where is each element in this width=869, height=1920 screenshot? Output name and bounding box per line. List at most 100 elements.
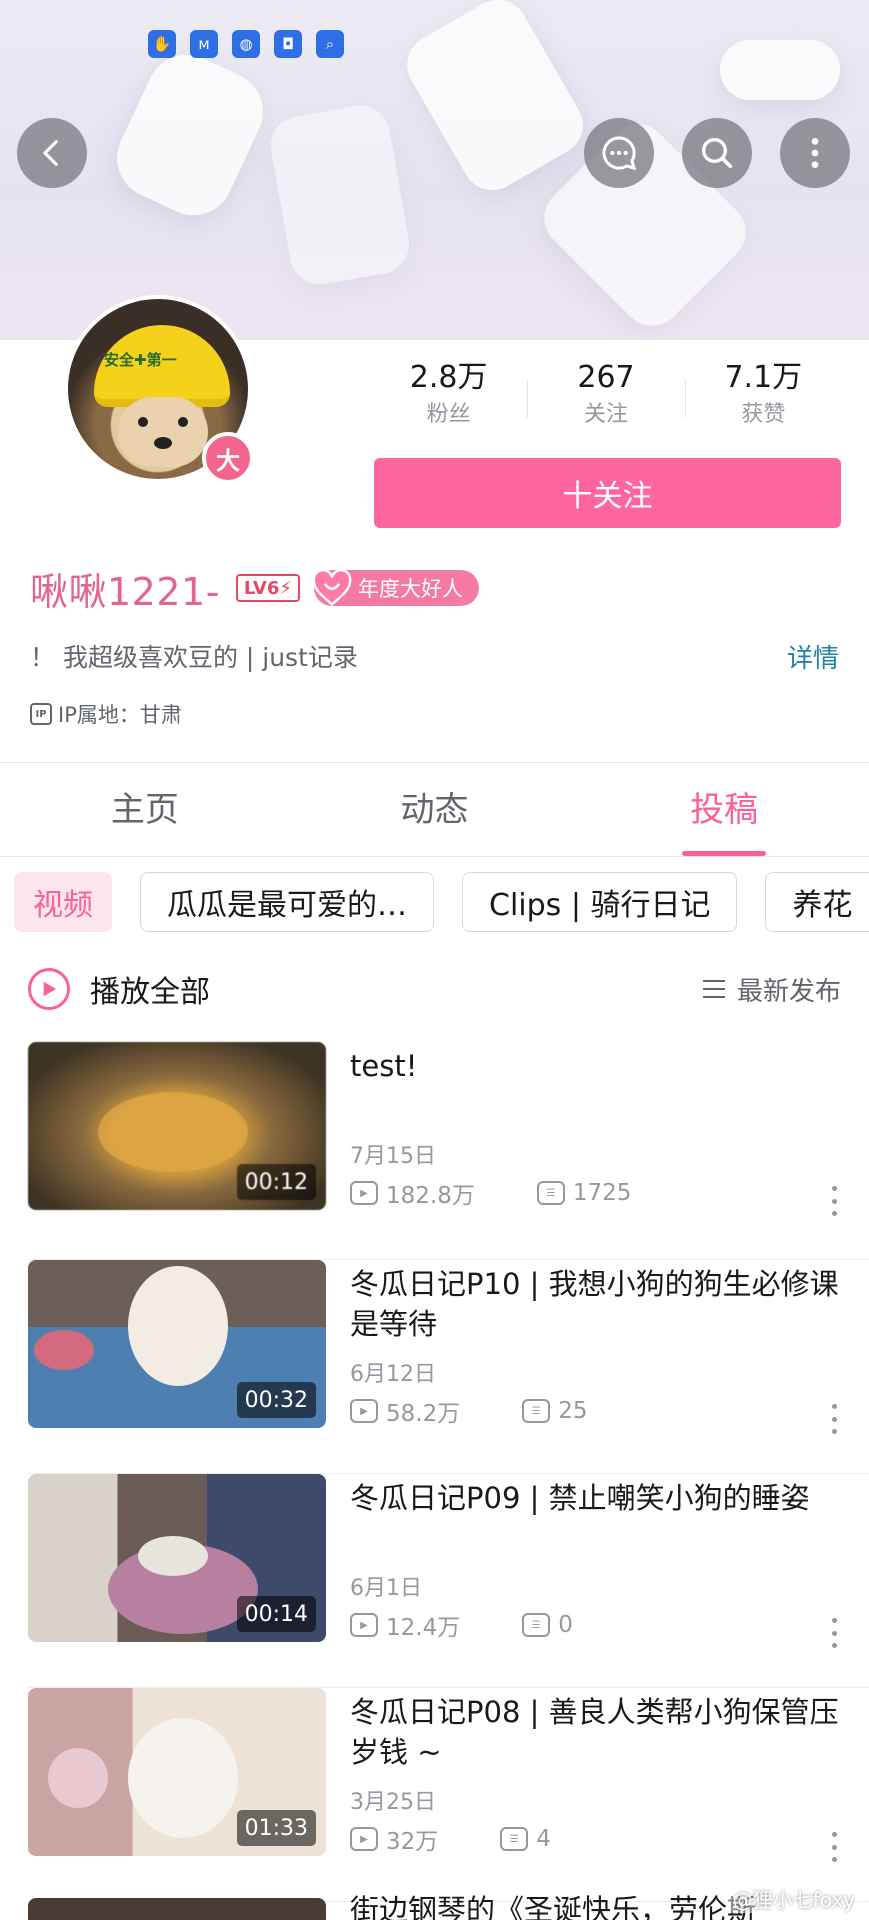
tab-home[interactable]: 主页 — [0, 764, 290, 856]
search-icon: ⌕ — [316, 30, 344, 58]
play-circle-icon — [28, 968, 70, 1010]
video-more-button[interactable] — [831, 1832, 837, 1862]
back-button[interactable] — [17, 118, 87, 188]
annual-badge[interactable]: 年度大好人 — [312, 570, 480, 606]
collection-chips: 视频 瓜瓜是最可爱的… Clips | 骑行日记 养花 — [14, 872, 869, 934]
video-more-button[interactable] — [831, 1618, 837, 1648]
video-thumbnail: 00:32 — [28, 1260, 326, 1428]
video-thumbnail: 01:33 — [28, 1688, 326, 1856]
banner-decoration — [720, 40, 840, 100]
video-duration: 01:33 — [236, 1810, 316, 1846]
chip-collection-flowers[interactable]: 养花 — [765, 872, 869, 932]
ip-location: IP IP属地：甘肃 — [30, 698, 182, 730]
video-duration: 00:12 — [236, 1164, 316, 1200]
watermark: @狸小七foxy — [728, 1884, 859, 1913]
video-duration: 00:14 — [236, 1596, 316, 1632]
video-views: 58.2万 — [386, 1401, 461, 1427]
video-thumbnail — [28, 1898, 326, 1920]
video-title: 街边钢琴的《圣诞快乐，劳伦斯 — [350, 1893, 757, 1920]
stat-likes[interactable]: 7.1万 获赞 — [684, 358, 842, 438]
video-meta: ▶ 12.4万 ☰ 0 — [350, 1610, 573, 1641]
watermark-text: @狸小七foxy — [732, 1888, 855, 1912]
username-row: 啾啾1221- LV6⚡ 年度大好人 — [30, 560, 480, 616]
stat-following[interactable]: 267 关注 — [527, 358, 684, 438]
profile-tabs: 主页 动态 投稿 — [0, 764, 869, 856]
video-views: 182.8万 — [386, 1183, 475, 1209]
list-sort-icon — [702, 980, 725, 998]
gamepad-icon: ◘ — [274, 30, 302, 58]
more-button[interactable] — [780, 118, 850, 188]
avatar-nose — [154, 437, 172, 449]
video-title: 冬瓜日记P08 | 善良人类帮小狗保管压岁钱 ~ — [350, 1695, 839, 1769]
tab-dynamic[interactable]: 动态 — [290, 764, 580, 856]
play-all-button[interactable]: 播放全部 — [28, 964, 210, 1014]
avatar-badge: 大 — [202, 432, 254, 484]
profile-banner: ✋ ᴍ ◍ ◘ ⌕ — [0, 0, 869, 340]
stat-value: 2.8万 — [409, 360, 488, 395]
video-more-button[interactable] — [831, 1186, 837, 1216]
video-thumbnail: 00:12 — [28, 1042, 326, 1210]
play-count-icon: ▶ — [350, 1399, 378, 1423]
back-icon — [43, 140, 58, 166]
thumbnail-art — [128, 1718, 238, 1838]
video-date: 3月25日 — [350, 1790, 436, 1815]
tab-uploads[interactable]: 投稿 — [579, 764, 869, 856]
globe-icon: ◍ — [232, 30, 260, 58]
bio-text: ！ 我超级喜欢豆的 | just记录 — [30, 643, 358, 672]
stat-label: 关注 — [583, 402, 628, 427]
search-button[interactable] — [682, 118, 752, 188]
banner-decoration — [396, 0, 594, 202]
video-duration: 00:32 — [236, 1382, 316, 1418]
stat-label: 获赞 — [741, 402, 786, 427]
video-item[interactable]: 00:12 test! 7月15日 ▶ 182.8万 ☰ 1725 — [0, 1042, 869, 1260]
video-title: 冬瓜日记P09 | 禁止嘲笑小狗的睡姿 — [350, 1481, 810, 1515]
video-meta: ▶ 58.2万 ☰ 25 — [350, 1396, 588, 1427]
annual-badge-label: 年度大好人 — [358, 577, 464, 601]
username: 啾啾1221- — [30, 569, 220, 614]
thumbnail-art — [98, 1092, 248, 1172]
thumbnail-art — [128, 1266, 228, 1386]
thumbnail-art — [48, 1748, 108, 1808]
sort-button[interactable]: 最新发布 — [702, 964, 841, 1014]
sort-label: 最新发布 — [736, 976, 841, 1007]
video-item[interactable]: 01:33 冬瓜日记P08 | 善良人类帮小狗保管压岁钱 ~ 3月25日 ▶ 3… — [0, 1688, 869, 1902]
video-more-button[interactable] — [831, 1404, 837, 1434]
stat-value: 267 — [577, 360, 635, 395]
chip-collection-clips[interactable]: Clips | 骑行日记 — [462, 872, 738, 932]
video-meta: ▶ 182.8万 ☰ 1725 — [350, 1178, 632, 1209]
play-count-icon: ▶ — [350, 1827, 378, 1851]
chip-videos[interactable]: 视频 — [14, 872, 112, 932]
message-button[interactable] — [584, 118, 654, 188]
video-list: 00:12 test! 7月15日 ▶ 182.8万 ☰ 1725 00:32 … — [0, 1042, 869, 1902]
stat-label: 粉丝 — [426, 402, 471, 427]
avatar-eye — [178, 417, 188, 427]
video-comments: 4 — [536, 1826, 551, 1852]
video-thumbnail: 00:14 — [28, 1474, 326, 1642]
status-bar-icons: ✋ ᴍ ◍ ◘ ⌕ — [148, 30, 344, 58]
app-icon-1: ✋ — [148, 30, 176, 58]
avatar-eye — [138, 417, 148, 427]
video-views: 32万 — [386, 1829, 439, 1855]
avatar-helmet-text: 安全✚第一 — [104, 351, 177, 369]
stat-followers[interactable]: 2.8万 粉丝 — [370, 358, 527, 438]
chat-bubble-icon — [602, 136, 637, 171]
search-icon — [702, 138, 733, 169]
play-count-icon: ▶ — [350, 1613, 378, 1637]
detail-link[interactable]: 详情 — [787, 638, 839, 675]
danmaku-icon: ☰ — [500, 1827, 529, 1851]
video-item[interactable]: 00:14 冬瓜日记P09 | 禁止嘲笑小狗的睡姿 6月1日 ▶ 12.4万 ☰… — [0, 1474, 869, 1688]
video-date: 6月1日 — [350, 1576, 422, 1601]
banner-decoration — [266, 100, 414, 290]
app-icon-2: ᴍ — [190, 30, 218, 58]
more-vertical-icon — [811, 138, 819, 168]
video-comments: 1725 — [572, 1180, 632, 1206]
play-count-icon: ▶ — [350, 1181, 378, 1205]
play-all-label: 播放全部 — [90, 975, 210, 1010]
ip-icon: IP — [30, 703, 52, 725]
video-item[interactable]: 00:32 冬瓜日记P10 | 我想小狗的狗生必修课是等待 6月12日 ▶ 58… — [0, 1260, 869, 1474]
video-date: 7月15日 — [350, 1144, 436, 1169]
follow-button[interactable]: 十关注 — [374, 458, 841, 528]
video-views: 12.4万 — [386, 1615, 461, 1641]
danmaku-icon: ☰ — [536, 1181, 565, 1205]
chip-collection-guagua[interactable]: 瓜瓜是最可爱的… — [140, 872, 434, 932]
